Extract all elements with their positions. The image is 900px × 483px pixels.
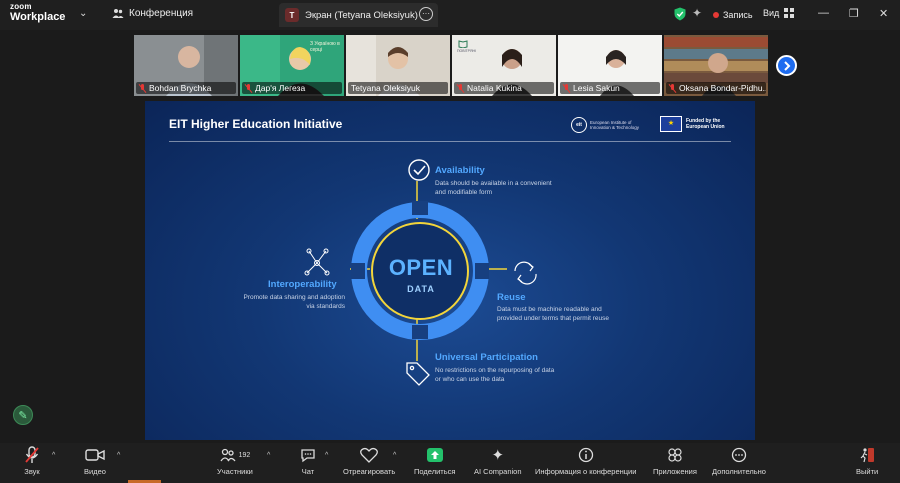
shared-screen-slide: EIT Higher Education Initiative eit Euro… xyxy=(145,101,755,440)
grid-icon xyxy=(784,8,795,18)
chat-button[interactable]: Чат xyxy=(300,445,316,476)
video-button[interactable]: Видео xyxy=(84,445,106,476)
info-icon xyxy=(578,445,594,465)
availability-title: Availability xyxy=(435,165,485,176)
chat-icon xyxy=(300,445,316,465)
minimize-icon[interactable]: — xyxy=(818,7,829,19)
more-button[interactable]: Дополнительно xyxy=(712,445,766,476)
users-icon xyxy=(112,9,124,18)
participant-name: Oksana Bondar-Pidhu... xyxy=(666,82,766,94)
title-bar: zoom Workplace ⌄ Конференция T Экран (Te… xyxy=(0,0,900,30)
participant-tile[interactable]: Oksana Bondar-Pidhu... xyxy=(664,35,768,96)
more-icon[interactable]: ··· xyxy=(419,7,433,21)
universal-participation-text: No restrictions on the repurposing of da… xyxy=(435,367,555,384)
leave-button[interactable]: Выйти xyxy=(856,445,878,476)
participant-name: Дар'я Легеза xyxy=(242,82,342,94)
ai-sparkle-icon: ✦ xyxy=(491,447,505,464)
audio-button[interactable]: Звук xyxy=(24,445,40,476)
book-icon xyxy=(458,40,468,48)
participants-icon: 192 xyxy=(220,445,251,465)
participant-tile-active-speaker[interactable]: Tetyana Oleksiyuk xyxy=(346,35,450,96)
participant-tile[interactable]: ПОВІТРЯНІ Natalia Kukina xyxy=(452,35,556,96)
participant-name: Bohdan Brychka xyxy=(136,82,236,94)
network-icon xyxy=(304,248,330,276)
tab-screen-share[interactable]: T Экран (Tetyana Oleksiyuk) ··· xyxy=(279,3,438,27)
interoperability-text: Promote data sharing and adoption via sta… xyxy=(243,294,345,311)
availability-text: Data should be available in a convenient… xyxy=(435,180,552,197)
mic-muted-icon xyxy=(669,83,676,93)
participant-count: 192 xyxy=(238,451,251,459)
ai-companion-button[interactable]: ✦ AI Companion xyxy=(474,445,522,476)
recording-indicator[interactable]: Запись xyxy=(713,7,753,22)
participant-tile[interactable]: Bohdan Brychka xyxy=(134,35,238,96)
apps-button[interactable]: Приложения xyxy=(653,445,697,476)
interoperability-title: Interoperability xyxy=(268,279,337,290)
react-button[interactable]: Отреагировать xyxy=(343,445,395,476)
background-caption: ПОВІТРЯНІ xyxy=(457,49,476,53)
participant-strip: Bohdan Brychka З Україною в серці Дар'я … xyxy=(134,35,768,96)
participant-tile[interactable]: Lesia Sakun xyxy=(558,35,662,96)
audio-options-caret-icon[interactable]: ^ xyxy=(52,452,55,459)
annotate-pen-icon[interactable]: ✎ xyxy=(13,405,33,425)
meeting-toolbar: Звук ^ Видео ^ 192 Участники ^ Чат ^ Отр… xyxy=(0,443,900,483)
apps-icon xyxy=(667,445,683,465)
tab-title: Экран (Tetyana Oleksiyuk) xyxy=(305,9,418,21)
tag-icon xyxy=(406,362,430,386)
open-data-center-big: OPEN xyxy=(388,255,454,280)
universal-participation-title: Universal Participation xyxy=(435,352,538,363)
react-options-caret-icon[interactable]: ^ xyxy=(393,452,396,459)
refresh-icon xyxy=(514,261,537,285)
mic-muted-icon xyxy=(139,83,146,93)
tab-badge: T xyxy=(285,8,299,22)
share-button[interactable]: Поделиться xyxy=(414,445,455,476)
chevron-right-icon xyxy=(783,60,790,71)
participant-name: Lesia Sakun xyxy=(560,82,660,94)
mic-muted-icon xyxy=(24,445,40,465)
conference-label: Конференция xyxy=(129,8,194,19)
view-button[interactable]: Вид xyxy=(763,8,795,18)
more-dots-icon xyxy=(731,445,747,465)
conference-menu[interactable]: Конференция xyxy=(112,8,193,19)
participant-tile[interactable]: З Україною в серці Дар'я Легеза xyxy=(240,35,344,96)
exit-icon xyxy=(859,445,875,465)
checkmark-icon xyxy=(408,159,430,181)
mic-muted-icon xyxy=(245,83,252,93)
participants-options-caret-icon[interactable]: ^ xyxy=(267,452,270,459)
zoom-window: zoom Workplace ⌄ Конференция T Экран (Te… xyxy=(0,0,900,483)
camera-icon xyxy=(85,445,105,465)
reuse-text: Data must be machine readable and provide… xyxy=(497,306,609,323)
chevron-down-icon[interactable]: ⌄ xyxy=(79,8,87,19)
video-options-caret-icon[interactable]: ^ xyxy=(117,452,120,459)
background-caption: З Україною в серці xyxy=(310,41,340,53)
mic-muted-icon xyxy=(563,83,570,93)
participant-name: Tetyana Oleksiyuk xyxy=(348,82,448,94)
sparkle-icon[interactable]: ✦ xyxy=(692,6,702,20)
chat-options-caret-icon[interactable]: ^ xyxy=(325,452,328,459)
record-dot-icon xyxy=(713,11,719,18)
participant-name: Natalia Kukina xyxy=(454,82,554,94)
mic-muted-icon xyxy=(457,83,464,93)
shield-icon[interactable] xyxy=(674,7,686,21)
restore-icon[interactable]: ❐ xyxy=(849,7,859,20)
meeting-info-button[interactable]: Информация о конференции xyxy=(535,445,636,476)
share-screen-icon xyxy=(426,445,444,465)
close-icon[interactable]: ✕ xyxy=(879,7,888,20)
heart-icon xyxy=(360,445,379,465)
reuse-title: Reuse xyxy=(497,292,526,303)
participants-button[interactable]: 192 Участники xyxy=(217,445,253,476)
next-page-button[interactable] xyxy=(776,55,797,76)
open-data-center-small: DATA xyxy=(407,284,435,294)
zoom-logo: zoom Workplace xyxy=(10,2,66,23)
